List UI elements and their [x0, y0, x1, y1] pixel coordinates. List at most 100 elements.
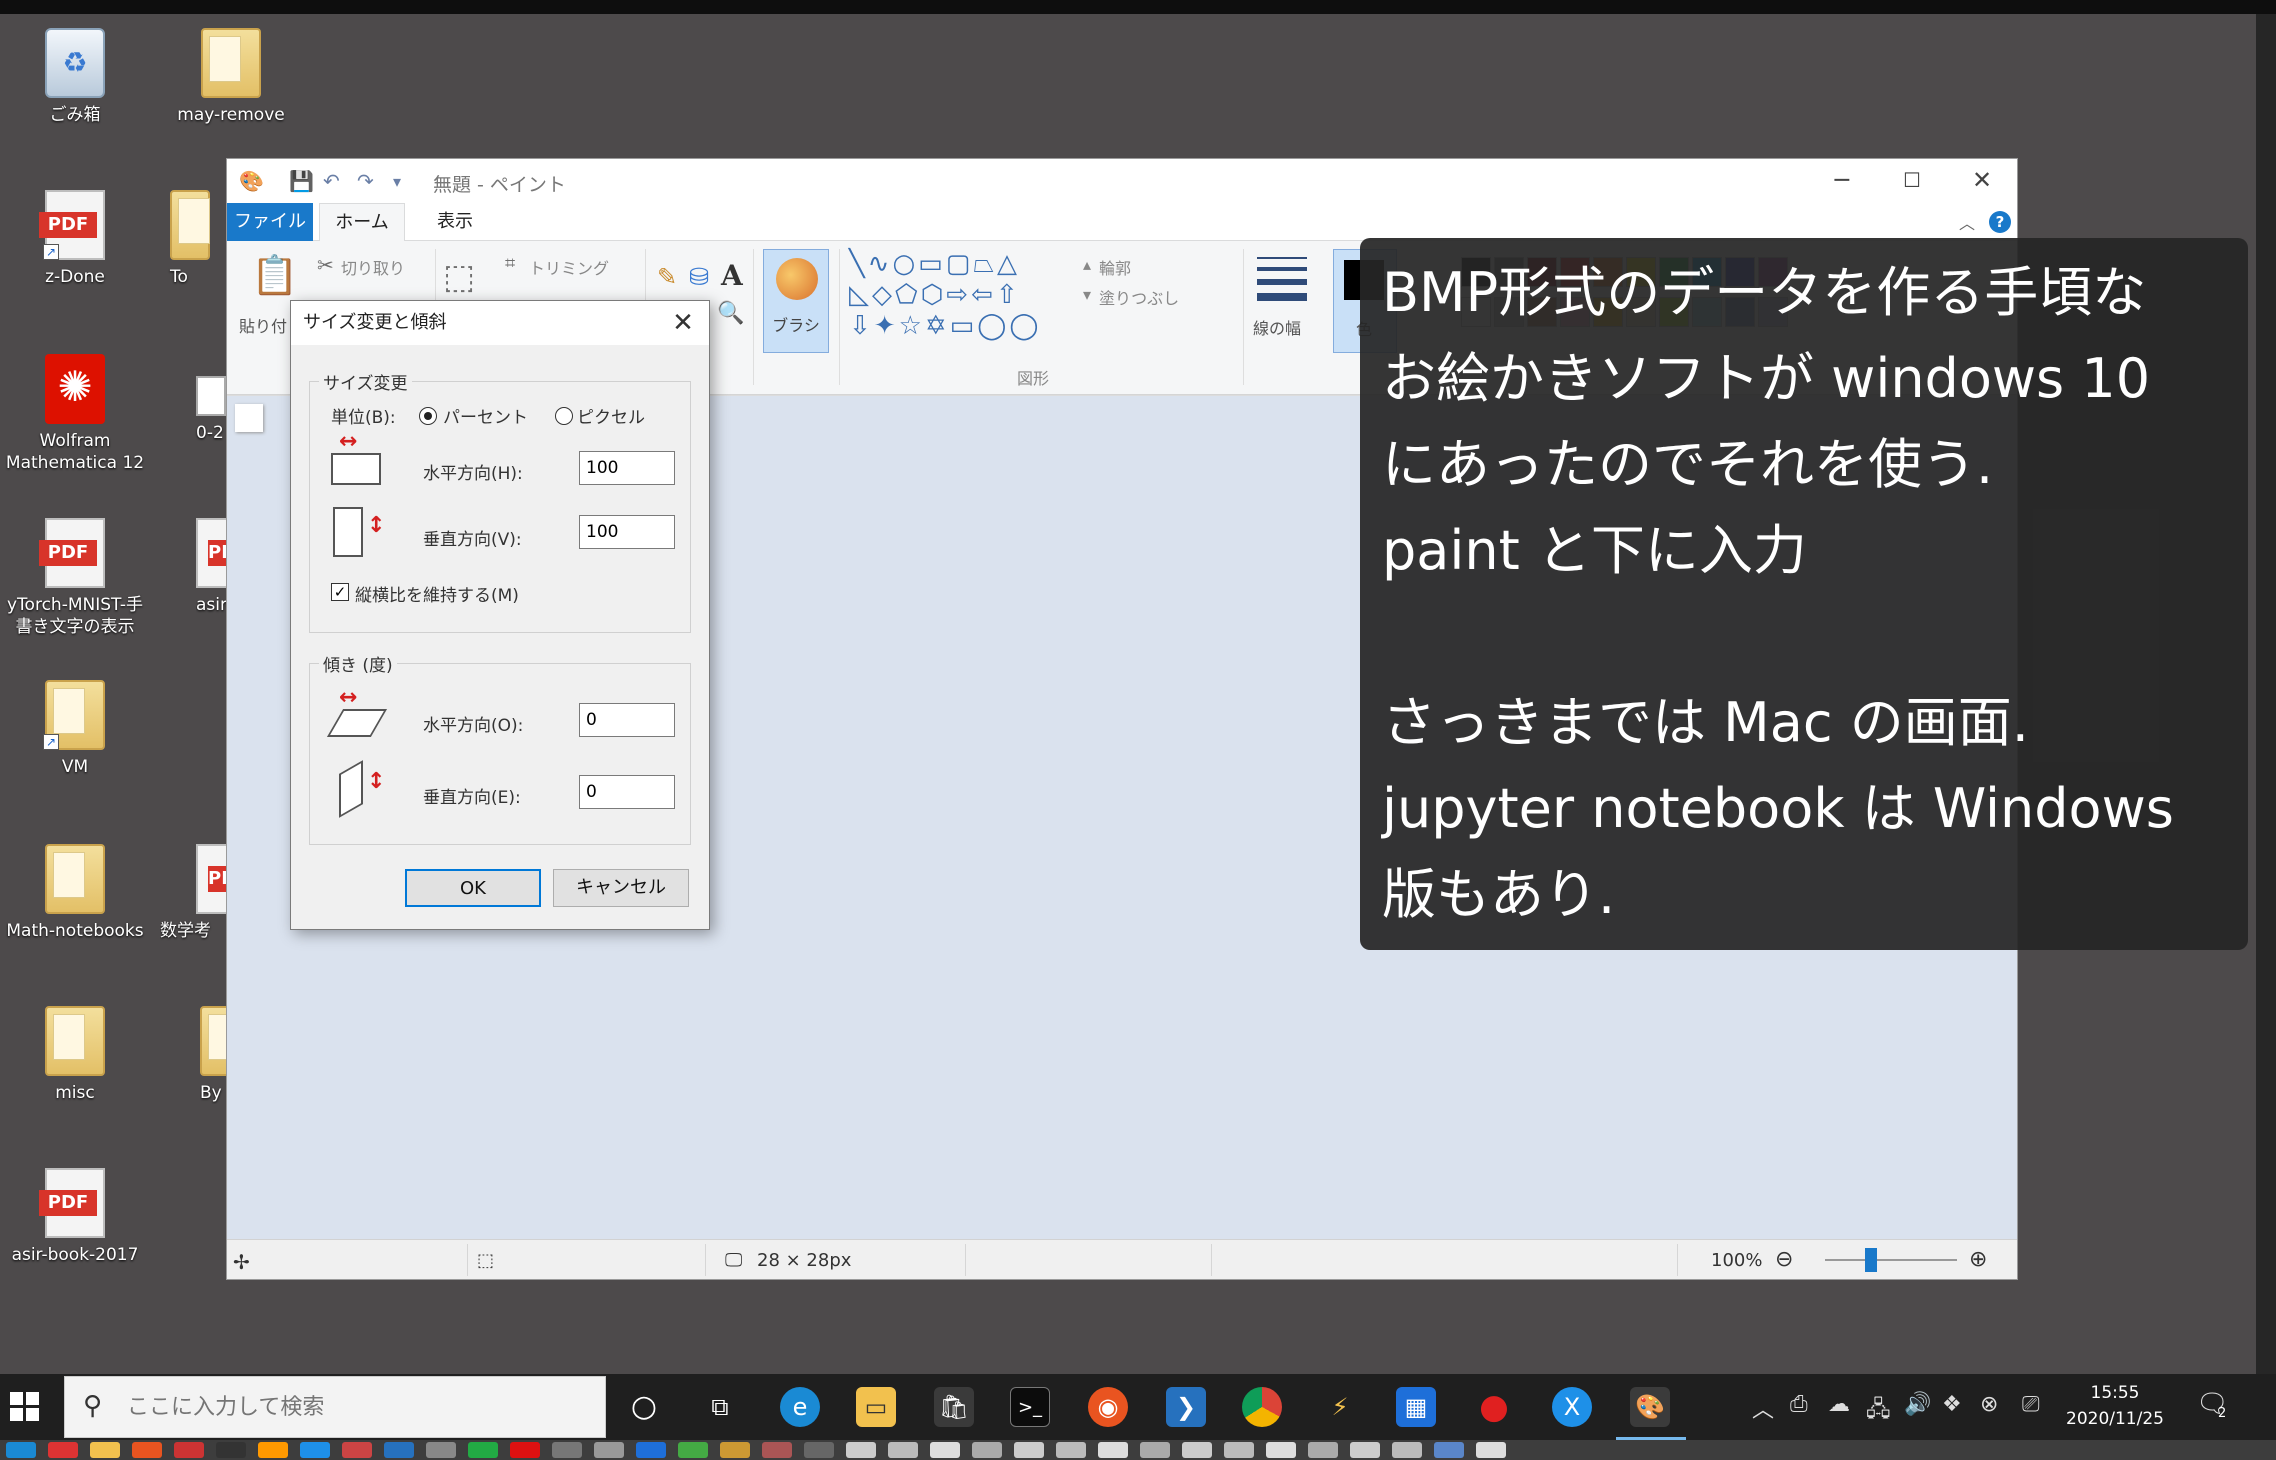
cortana-icon[interactable]: ○	[624, 1387, 664, 1427]
clock[interactable]: 15:55 2020/11/25	[2060, 1380, 2170, 1432]
select-icon[interactable]: ⬚	[443, 257, 475, 297]
help-icon[interactable]: ?	[1989, 211, 2011, 233]
ime-icon[interactable]: ⎚	[2022, 1392, 2040, 1417]
pdf-file-icon: PDF	[39, 518, 105, 588]
skew-horizontal-input[interactable]	[579, 703, 675, 737]
desktop-icon-math-notebooks[interactable]: Math-notebooks	[0, 844, 150, 942]
shapes-gallery[interactable]: ╲∿○▭▢⏢△ ◺◇⬠⬡⇨⇦⇧ ⇩✦☆✡▭◯◯	[849, 249, 1089, 349]
save-icon[interactable]: 💾	[289, 169, 314, 193]
file-explorer-icon[interactable]: ▭	[856, 1387, 896, 1427]
zoom-slider[interactable]	[1825, 1259, 1957, 1261]
desktop-icon-wolfram[interactable]: ✺ Wolfram Mathematica 12	[0, 354, 150, 474]
close-button[interactable]: ✕	[1947, 163, 2017, 197]
network-tool-icon[interactable]: ⚡	[1320, 1387, 1360, 1427]
desktop-icon-recycle-bin[interactable]: ♻ ごみ箱	[0, 28, 150, 126]
vertical-label: 垂直方向(V):	[423, 530, 522, 550]
calendar-icon[interactable]: ▦	[1396, 1387, 1436, 1427]
brush-button[interactable]: ブラシ	[763, 249, 829, 353]
desktop-icon-asir-book[interactable]: PDF asir-book-2017	[0, 1168, 150, 1266]
magnifier-icon[interactable]: 🔍	[717, 301, 744, 326]
undo-icon[interactable]: ↶	[323, 169, 340, 193]
dialog-close-button[interactable]: ✕	[665, 305, 701, 341]
tab-view[interactable]: 表示	[415, 203, 495, 241]
crop-label[interactable]: トリミング	[529, 255, 609, 279]
minimize-button[interactable]: ─	[1807, 163, 1877, 197]
taskbar-search[interactable]: ⚲	[64, 1376, 606, 1438]
caption-line	[1382, 594, 2226, 680]
drawing-canvas[interactable]	[235, 404, 263, 432]
zoom-in-icon[interactable]: ⊕	[1969, 1247, 1987, 1272]
keep-ratio-label[interactable]: 縦横比を維持する(M)	[355, 581, 519, 606]
crop-icon[interactable]: ⌗	[505, 253, 515, 274]
vertical-input[interactable]	[579, 515, 675, 549]
cut-icon[interactable]: ✂	[317, 253, 334, 277]
tab-file[interactable]: ファイル	[227, 203, 313, 241]
desktop-icon-asir[interactable]: PDF asir-	[196, 518, 230, 616]
shortcut-arrow-icon: ↗	[43, 244, 59, 260]
unit-percent-label[interactable]: パーセント	[443, 403, 528, 428]
task-view-icon[interactable]: ⧉	[700, 1387, 740, 1427]
maximize-button[interactable]: ☐	[1877, 163, 1947, 197]
chrome-icon[interactable]	[1242, 1387, 1282, 1427]
edge-browser-icon[interactable]: e	[780, 1387, 820, 1427]
tab-home[interactable]: ホーム	[319, 203, 405, 242]
horizontal-input[interactable]	[579, 451, 675, 485]
ok-button[interactable]: OK	[405, 869, 541, 907]
horizontal-resize-icon	[331, 453, 381, 485]
clipboard-icon[interactable]: 📋	[251, 253, 298, 298]
zoom-level: 100%	[1711, 1250, 1763, 1271]
desktop-icon-may-remove[interactable]: may-remove	[156, 28, 306, 126]
store-icon[interactable]: 🛍	[934, 1387, 974, 1427]
unit-pixel-radio[interactable]	[555, 407, 573, 425]
desktop-icon-z-done[interactable]: PDF ↗ z-Done	[0, 190, 150, 288]
start-button[interactable]	[10, 1392, 40, 1422]
cut-label[interactable]: 切り取り	[341, 255, 405, 279]
onedrive-icon[interactable]: ☁	[1828, 1392, 1850, 1417]
line-width-label[interactable]: 線の幅	[1253, 315, 1301, 339]
zoom-out-icon[interactable]: ⊖	[1775, 1247, 1793, 1272]
zoom-slider-thumb[interactable]	[1865, 1248, 1877, 1272]
scroll-shapes-icon[interactable]: ▴	[1083, 255, 1091, 274]
desktop-icon-misc[interactable]: misc	[0, 1006, 150, 1104]
powershell-icon[interactable]: ❯	[1166, 1387, 1206, 1427]
cancel-button[interactable]: キャンセル	[553, 869, 689, 907]
desktop-icon-sugaku[interactable]: PDF 数学考	[160, 844, 230, 942]
caption-line: 版もあり.	[1382, 863, 1616, 926]
line-width-icon[interactable]	[1257, 257, 1307, 309]
scroll-shapes-icon[interactable]: ▾	[1083, 285, 1091, 304]
caption-line: にあったのでそれを使う.	[1382, 433, 1994, 496]
text-tool-icon[interactable]: A	[721, 259, 743, 292]
unit-percent-radio[interactable]	[419, 407, 437, 425]
skew-vertical-input[interactable]	[579, 775, 675, 809]
outline-button[interactable]: 輪郭	[1099, 255, 1131, 279]
fill-bucket-icon[interactable]: ⛁	[689, 263, 709, 291]
fill-button[interactable]: 塗りつぶし	[1099, 285, 1179, 309]
tray-app-icon[interactable]: ⎙	[1790, 1392, 1808, 1417]
unit-pixel-label[interactable]: ピクセル	[577, 403, 645, 428]
desktop-icon-pytorch-mnist[interactable]: PDF yTorch-MNIST-手書き文字の表示	[0, 518, 150, 638]
terminal-icon[interactable]: >_	[1010, 1387, 1050, 1427]
desktop-icon-0-2[interactable]: 0-2	[196, 376, 230, 444]
paste-label[interactable]: 貼り付	[239, 313, 287, 337]
desktop-icon-to[interactable]: To	[170, 190, 230, 288]
dropbox-icon[interactable]: ❖	[1942, 1392, 1962, 1417]
separator	[839, 249, 840, 385]
volume-icon[interactable]: 🔊	[1904, 1392, 1931, 1417]
desktop-icon-vm[interactable]: ↗ VM	[0, 680, 150, 778]
vertical-arrow-icon: ↕	[367, 513, 386, 538]
tray-status-icon[interactable]: ⊗	[1980, 1392, 1998, 1417]
keep-ratio-checkbox[interactable]: ✓	[331, 583, 349, 601]
record-icon[interactable]: ●	[1474, 1387, 1514, 1427]
redo-icon[interactable]: ↷	[357, 169, 374, 193]
desktop-icon-label: 数学考	[160, 921, 211, 941]
show-hidden-icons[interactable]: ︿	[1752, 1392, 1774, 1424]
network-icon[interactable]: 🖧	[1866, 1392, 1891, 1430]
skew-group	[309, 663, 691, 845]
pencil-icon[interactable]: ✎	[657, 263, 677, 291]
search-input[interactable]	[127, 1377, 587, 1437]
ubuntu-icon[interactable]: ◉	[1088, 1387, 1128, 1427]
paint-taskbar-icon[interactable]: 🎨	[1630, 1387, 1670, 1427]
x-app-icon[interactable]: X	[1552, 1387, 1592, 1427]
customize-quick-access-icon[interactable]: ▾	[393, 172, 401, 191]
collapse-ribbon-icon[interactable]: ︿	[1959, 210, 1975, 234]
